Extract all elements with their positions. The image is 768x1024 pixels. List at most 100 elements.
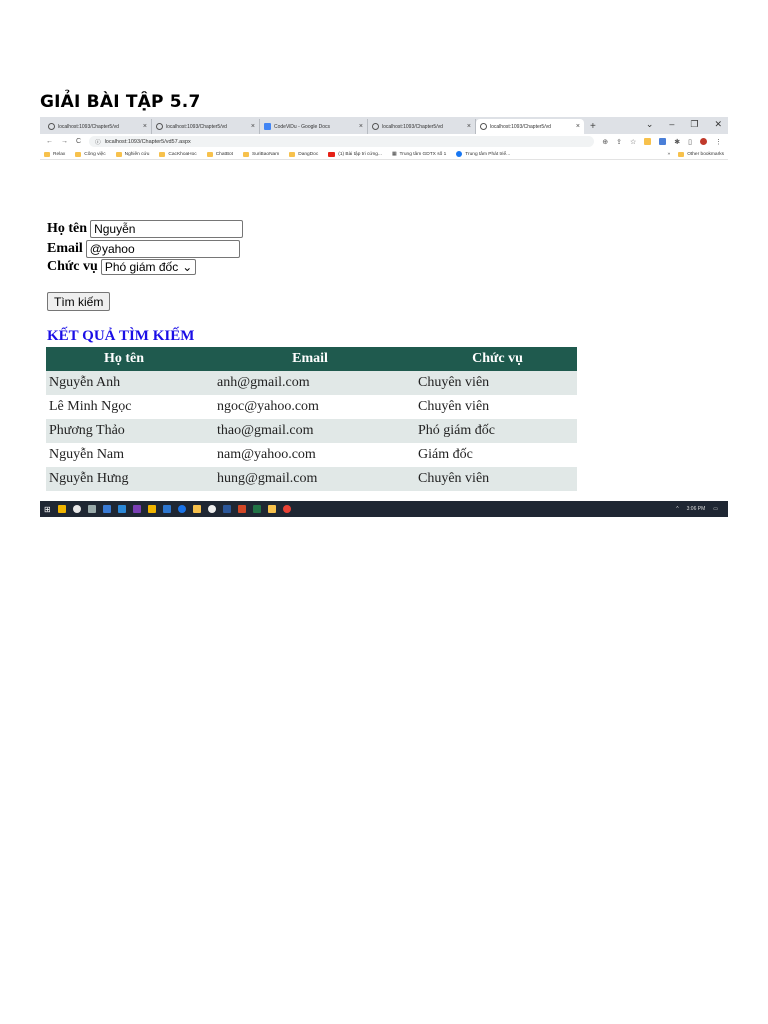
folder-icon xyxy=(115,151,122,157)
bookmark-cong-viec[interactable]: Công việc xyxy=(75,151,106,157)
share-icon[interactable]: ⇪ xyxy=(616,138,622,146)
app-icon[interactable] xyxy=(177,505,186,513)
close-icon[interactable]: × xyxy=(467,123,471,130)
table-row: Nguyễn Hưng hung@gmail.com Chuyên viên xyxy=(46,467,577,491)
window-controls: ⌄ – ❐ ✕ xyxy=(646,119,722,130)
bookmarks-bar: Relax Công việc Nghiên cứu CacKhoaHoc Ch… xyxy=(40,149,728,160)
back-arrow-icon[interactable]: ← xyxy=(46,138,53,145)
file-explorer-icon[interactable] xyxy=(267,505,276,513)
star-icon[interactable]: ☆ xyxy=(630,138,636,146)
facebook-icon xyxy=(456,151,463,157)
chevron-down-icon: ⌄ xyxy=(182,260,193,274)
grid-icon: ▦ xyxy=(391,151,397,157)
bookmark-facebook[interactable]: Trung tâm Phát triể... xyxy=(456,151,510,157)
reload-icon[interactable]: C xyxy=(76,138,81,145)
bookmark-relax[interactable]: Relax xyxy=(44,151,65,157)
sidebar-icon[interactable]: ▯ xyxy=(688,138,692,146)
position-label: Chức vụ xyxy=(47,259,98,274)
browser-tab-4[interactable]: localhost:1093/Chapter5/vd × xyxy=(368,119,476,134)
globe-icon xyxy=(48,123,55,130)
browser-tab-5-active[interactable]: localhost:1093/Chapter5/vd × xyxy=(476,119,584,134)
bookmark-suribaonam[interactable]: SuriBaoNam xyxy=(243,151,279,157)
browser-screenshot: localhost:1093/Chapter5/vd × localhost:1… xyxy=(40,117,728,517)
word-icon[interactable] xyxy=(222,505,231,513)
powerpoint-icon[interactable] xyxy=(237,505,246,513)
bookmark-dangdoc[interactable]: DangDoc xyxy=(289,151,318,157)
bookmark-cackhoahoc[interactable]: CacKhoaHoc xyxy=(159,151,197,157)
bookmark-chatbot[interactable]: ChatBot xyxy=(206,151,233,157)
youtube-icon xyxy=(328,151,336,157)
browser-tab-1[interactable]: localhost:1093/Chapter5/vd × xyxy=(44,119,152,134)
email-row: Email xyxy=(47,240,240,258)
notification-icon[interactable]: ▭ xyxy=(713,506,718,512)
name-row: Họ tên xyxy=(47,220,244,238)
restore-icon[interactable]: ❐ xyxy=(690,119,698,130)
clock[interactable]: 3:06 PM xyxy=(687,506,706,512)
header-email: Email xyxy=(202,347,418,371)
table-row: Nguyễn Anh anh@gmail.com Chuyên viên xyxy=(46,371,577,395)
chevron-up-icon[interactable]: ^ xyxy=(676,506,678,512)
app-icon[interactable] xyxy=(102,505,111,513)
windows-start-icon[interactable]: ⊞ xyxy=(44,505,51,514)
close-icon[interactable]: × xyxy=(143,123,147,130)
forward-arrow-icon[interactable]: → xyxy=(61,138,68,145)
browser-tab-3[interactable]: CodeViDu - Google Docs × xyxy=(260,119,368,134)
tab-bar: localhost:1093/Chapter5/vd × localhost:1… xyxy=(40,117,728,134)
info-icon: ⓘ xyxy=(95,139,101,146)
close-window-icon[interactable]: ✕ xyxy=(714,119,722,130)
chrome-icon[interactable] xyxy=(282,505,291,513)
folder-icon xyxy=(206,151,213,157)
browser-tab-2[interactable]: localhost:1093/Chapter5/vd × xyxy=(152,119,260,134)
menu-icon[interactable]: ⋮ xyxy=(715,138,722,146)
document-title: GIẢI BÀI TẬP 5.7 xyxy=(40,92,201,112)
folder-icon xyxy=(159,151,166,157)
bookmark-gdtx[interactable]: ▦ Trung tâm GDTX số 1 xyxy=(392,152,446,157)
zoom-icon[interactable]: ⊕ xyxy=(602,138,608,146)
other-bookmarks[interactable]: Other bookmarks xyxy=(678,151,724,157)
app-icon[interactable] xyxy=(72,505,81,513)
new-tab-button[interactable]: + xyxy=(590,119,596,134)
vscode-icon[interactable] xyxy=(117,505,126,513)
extension-icon[interactable] xyxy=(659,138,667,145)
table-row: Lê Minh Ngọc ngoc@yahoo.com Chuyên viên xyxy=(46,395,577,419)
header-name: Họ tên xyxy=(46,347,202,371)
folder-icon xyxy=(243,151,250,157)
close-icon[interactable]: × xyxy=(251,123,255,130)
extension-icon[interactable] xyxy=(644,138,652,145)
app-icon[interactable] xyxy=(162,505,171,513)
chevron-down-icon[interactable]: ⌄ xyxy=(646,119,654,130)
globe-icon xyxy=(480,123,487,130)
visual-studio-icon[interactable] xyxy=(132,505,141,513)
table-header-row: Họ tên Email Chức vụ xyxy=(46,347,577,371)
header-position: Chức vụ xyxy=(418,347,577,371)
results-table: Họ tên Email Chức vụ Nguyễn Anh anh@gmai… xyxy=(46,347,577,491)
app-icon[interactable] xyxy=(57,505,66,513)
bookmark-nghien-cuu[interactable]: Nghiên cứu xyxy=(115,151,149,157)
app-icon[interactable] xyxy=(87,505,96,513)
app-icon[interactable] xyxy=(192,505,201,513)
bookmark-youtube[interactable]: (1) Bài tập tri cứng... xyxy=(328,151,382,157)
app-icon[interactable] xyxy=(207,505,216,513)
email-label: Email xyxy=(47,241,83,256)
avatar-icon[interactable] xyxy=(700,138,707,145)
windows-taskbar: ⊞ ^ 3:06 PM ▭ xyxy=(40,501,728,517)
toolbar-icons: ⊕ ⇪ ☆ ✱ ▯ ⋮ xyxy=(602,138,722,146)
minimize-icon[interactable]: – xyxy=(669,119,674,130)
search-button[interactable]: Tìm kiếm xyxy=(47,292,111,311)
results-title: KẾT QUẢ TÌM KIẾM xyxy=(47,328,195,344)
folder-icon xyxy=(75,151,82,157)
globe-icon xyxy=(156,123,163,130)
email-input[interactable] xyxy=(85,240,240,258)
close-icon[interactable]: × xyxy=(359,123,363,130)
excel-icon[interactable] xyxy=(252,505,261,513)
position-select[interactable]: Phó giám đốc ⌄ xyxy=(100,259,197,275)
close-icon[interactable]: × xyxy=(576,123,580,130)
url-input[interactable]: ⓘ localhost:1093/Chapter5/vd57.aspx xyxy=(89,136,595,147)
puzzle-icon[interactable]: ✱ xyxy=(674,138,680,146)
folder-icon xyxy=(678,151,685,157)
app-icon[interactable] xyxy=(147,505,156,513)
folder-icon xyxy=(289,151,296,157)
table-row: Nguyễn Nam nam@yahoo.com Giám đốc xyxy=(46,443,577,467)
name-input[interactable] xyxy=(90,220,244,238)
more-bookmarks-button[interactable]: » xyxy=(668,152,671,157)
